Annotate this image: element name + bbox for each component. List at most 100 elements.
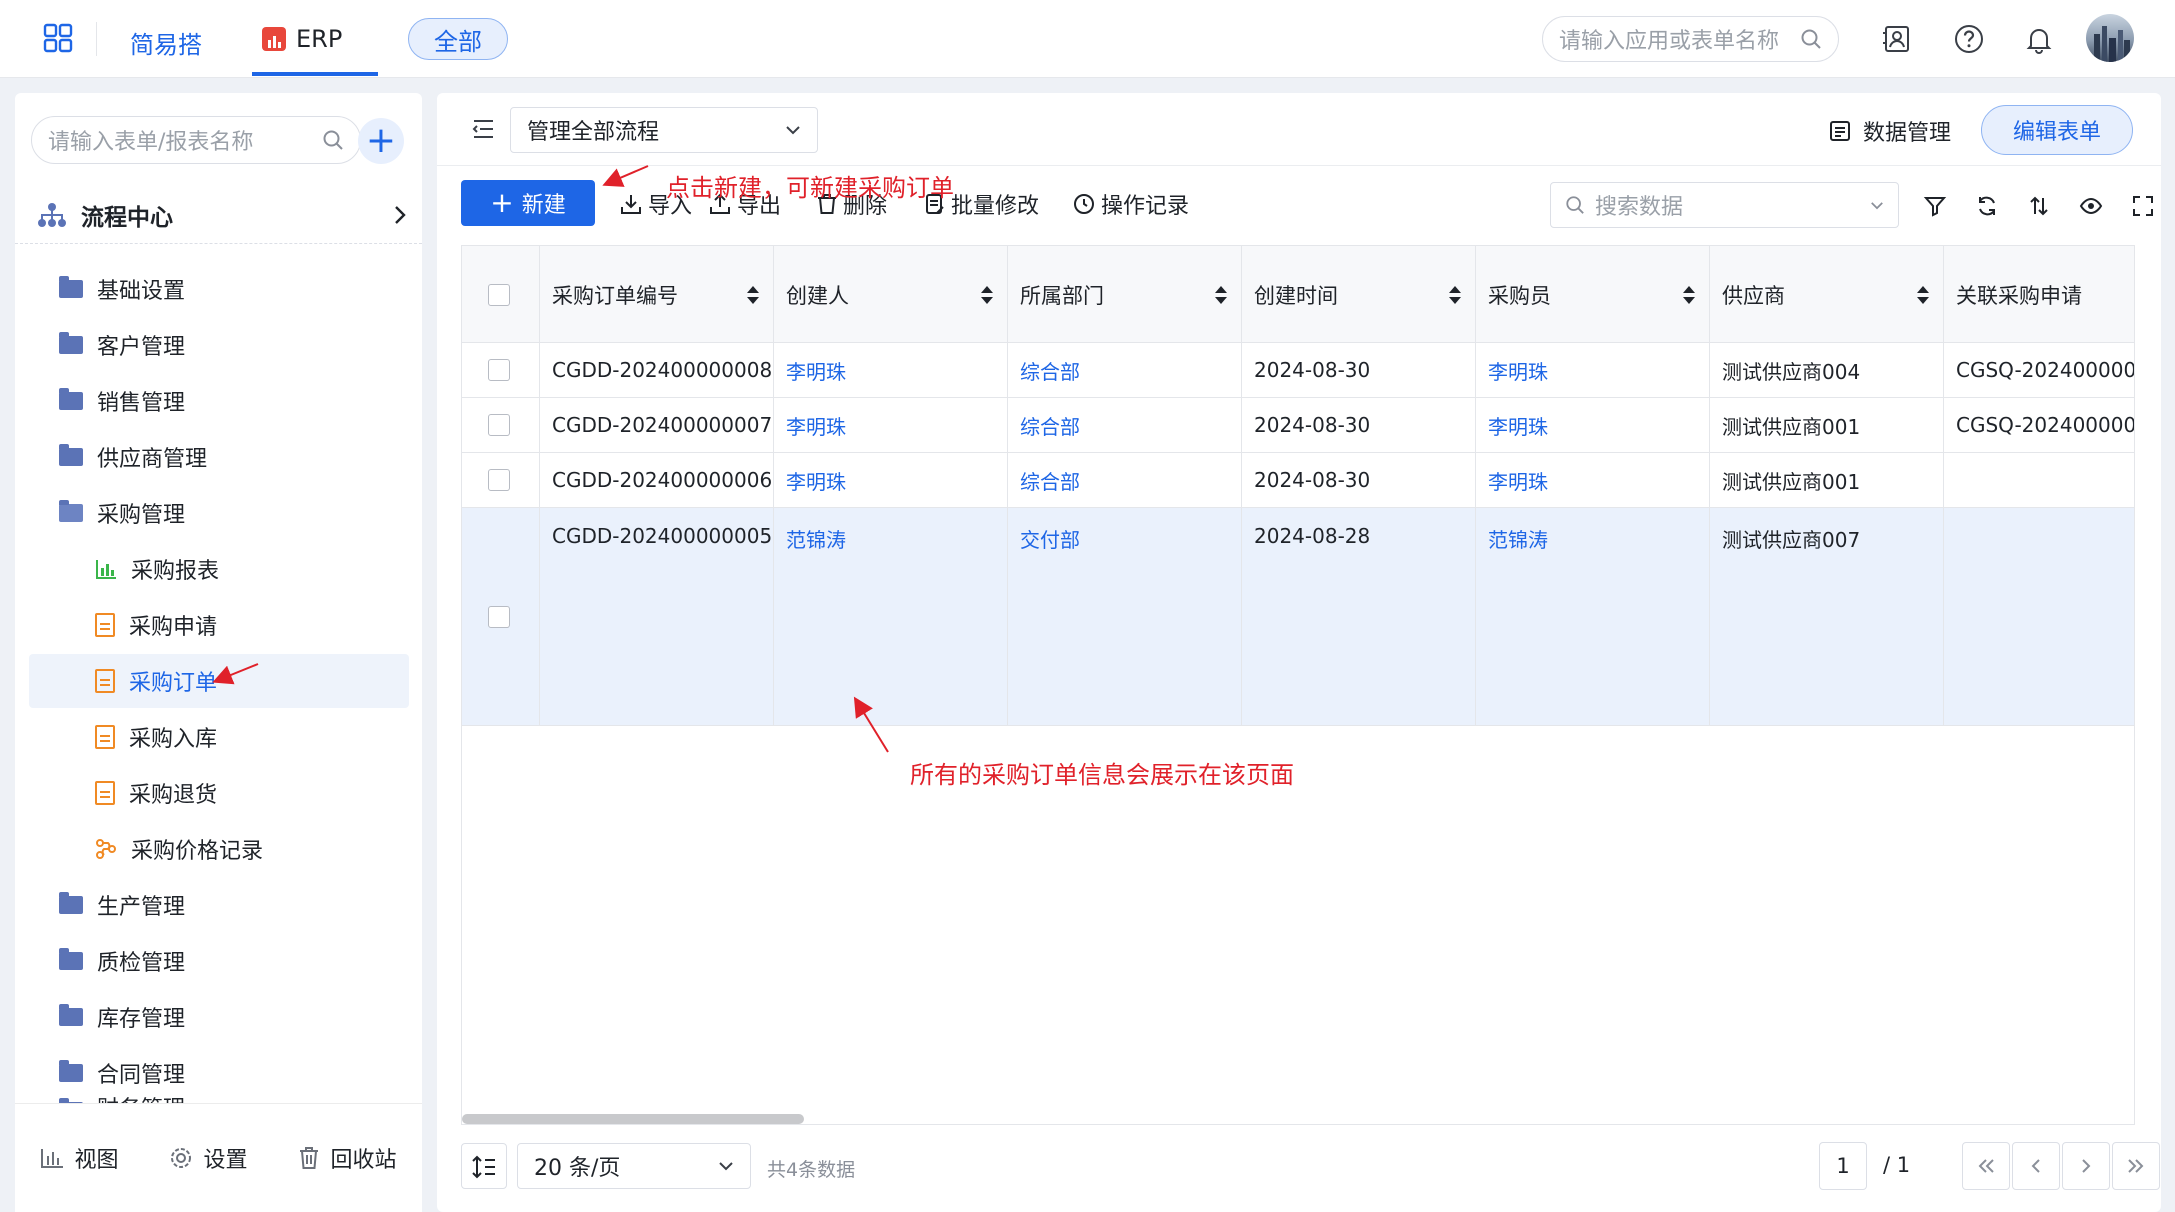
department-cell[interactable]: 综合部: [1008, 343, 1242, 397]
sort-icon[interactable]: [2027, 194, 2051, 218]
sidebar-item-label: 客户管理: [97, 335, 186, 360]
sidebar-item-sales[interactable]: 销售管理: [29, 374, 409, 428]
sidebar-item-purchase-inbound[interactable]: 采购入库: [29, 710, 409, 764]
fullscreen-icon[interactable]: [2131, 194, 2155, 218]
sidebar-item-purchase-order[interactable]: 采购订单: [29, 654, 409, 708]
tab-erp[interactable]: ERP: [262, 24, 342, 54]
next-page-button[interactable]: [2062, 1142, 2110, 1190]
buyer-cell[interactable]: 李明珠: [1476, 453, 1710, 507]
department-cell[interactable]: 综合部: [1008, 398, 1242, 452]
creator-cell[interactable]: 李明珠: [774, 398, 1008, 452]
double-chevron-left-icon: [1978, 1159, 1994, 1173]
row-checkbox[interactable]: [488, 414, 510, 436]
eye-icon[interactable]: [2079, 194, 2103, 218]
app-search-input[interactable]: 请输入应用或表单名称: [1542, 16, 1839, 62]
sidebar-item-production[interactable]: 生产管理: [29, 878, 409, 932]
column-header-label: 创建时间: [1254, 283, 1338, 308]
sidebar-item-price-record[interactable]: 采购价格记录: [29, 822, 409, 876]
edit-form-button[interactable]: 编辑表单: [1981, 105, 2133, 155]
avatar-image: [2094, 26, 2130, 62]
form-search-input[interactable]: 请输入表单/报表名称: [31, 116, 361, 164]
buyer-cell[interactable]: 范锦涛: [1476, 508, 1710, 725]
table-row[interactable]: CGDD-202400000005 范锦涛 交付部 2024-08-28 范锦涛…: [462, 508, 2134, 726]
row-checkbox[interactable]: [488, 359, 510, 381]
sort-icon[interactable]: [981, 285, 993, 304]
buyer-cell[interactable]: 李明珠: [1476, 343, 1710, 397]
chevron-left-icon: [2031, 1159, 2040, 1173]
views-button[interactable]: 视图: [40, 1142, 119, 1174]
first-page-button[interactable]: [1962, 1142, 2010, 1190]
operation-log-button[interactable]: 操作记录: [1073, 190, 1189, 219]
creator-cell[interactable]: 范锦涛: [774, 508, 1008, 725]
gear-icon: [171, 1148, 192, 1168]
process-scope-select[interactable]: 管理全部流程: [510, 107, 818, 153]
current-page-input[interactable]: 1: [1819, 1142, 1867, 1190]
user-avatar[interactable]: [2086, 14, 2134, 62]
prev-page-button[interactable]: [2012, 1142, 2060, 1190]
sidebar-item-label: 采购入库: [129, 727, 218, 752]
page-size-select[interactable]: 20 条/页: [517, 1143, 751, 1189]
sidebar-item-suppliers[interactable]: 供应商管理: [29, 430, 409, 484]
row-checkbox[interactable]: [488, 469, 510, 491]
contact-card-icon[interactable]: [1881, 23, 1913, 55]
refresh-icon[interactable]: [1975, 194, 1999, 218]
filter-icon[interactable]: [1923, 194, 1947, 218]
data-search-input[interactable]: 搜索数据: [1550, 182, 1899, 228]
sidebar-item-label: 合同管理: [97, 1063, 186, 1088]
column-header[interactable]: 关联采购申请: [1944, 246, 2134, 343]
last-page-button[interactable]: [2112, 1142, 2160, 1190]
creator-cell[interactable]: 李明珠: [774, 453, 1008, 507]
chart-icon: [41, 1149, 64, 1168]
column-header[interactable]: 创建人: [774, 246, 1008, 343]
collapse-menu-icon[interactable]: [471, 117, 495, 141]
sort-icon[interactable]: [1215, 285, 1227, 304]
sidebar-item-purchase-request[interactable]: 采购申请: [29, 598, 409, 652]
sidebar-item-inventory[interactable]: 库存管理: [29, 990, 409, 1044]
trash-icon: [300, 1147, 319, 1169]
column-header[interactable]: 采购员: [1476, 246, 1710, 343]
table-row[interactable]: CGDD-202400000008 李明珠 综合部 2024-08-30 李明珠…: [462, 343, 2134, 398]
column-header[interactable]: 所属部门: [1008, 246, 1242, 343]
process-scope-value: 管理全部流程: [527, 120, 660, 145]
brand-link[interactable]: 简易搭: [130, 25, 202, 60]
sidebar-item-purchase-report[interactable]: 采购报表: [29, 542, 409, 596]
department-cell[interactable]: 交付部: [1008, 508, 1242, 725]
row-checkbox[interactable]: [488, 605, 510, 628]
creator-cell[interactable]: 李明珠: [774, 343, 1008, 397]
column-header[interactable]: 创建时间: [1242, 246, 1476, 343]
sidebar-item-quality[interactable]: 质检管理: [29, 934, 409, 988]
sidebar-item-basic-settings[interactable]: 基础设置: [29, 262, 409, 316]
sidebar-item-contracts[interactable]: 合同管理: [29, 1046, 409, 1100]
settings-button[interactable]: 设置: [169, 1142, 248, 1174]
department-cell[interactable]: 综合部: [1008, 453, 1242, 507]
sort-icon[interactable]: [1917, 285, 1929, 304]
data-management-button[interactable]: 数据管理: [1829, 115, 1951, 147]
sidebar-item-purchase-return[interactable]: 采购退货: [29, 766, 409, 820]
new-record-button[interactable]: + 新建: [461, 180, 595, 226]
table-row[interactable]: CGDD-202400000007 李明珠 综合部 2024-08-30 李明珠…: [462, 398, 2134, 453]
help-icon[interactable]: [1953, 23, 1985, 55]
select-all-checkbox[interactable]: [488, 283, 510, 306]
sidebar-item-purchasing[interactable]: 采购管理: [29, 486, 409, 540]
flow-center-link[interactable]: 流程中心: [37, 195, 407, 235]
sort-icon[interactable]: [1449, 285, 1461, 304]
buyer-cell[interactable]: 李明珠: [1476, 398, 1710, 452]
folder-icon: [59, 276, 83, 298]
folder-icon: [59, 388, 83, 410]
add-form-button[interactable]: +: [358, 118, 404, 164]
scope-all-pill[interactable]: 全部: [408, 18, 508, 60]
column-header[interactable]: 采购订单编号: [540, 246, 774, 343]
sidebar-item-label: 采购退货: [129, 783, 218, 808]
recycle-bin-button[interactable]: 回收站: [298, 1142, 397, 1174]
settings-label: 设置: [203, 1148, 248, 1173]
sort-icon[interactable]: [747, 285, 759, 304]
sidebar-item-customers[interactable]: 客户管理: [29, 318, 409, 372]
table-row[interactable]: CGDD-202400000006 李明珠 综合部 2024-08-30 李明珠…: [462, 453, 2134, 508]
sort-icon[interactable]: [1683, 285, 1695, 304]
row-density-button[interactable]: [461, 1143, 507, 1189]
bell-icon[interactable]: [2023, 23, 2055, 55]
column-header-label: 供应商: [1722, 283, 1785, 308]
column-header[interactable]: 供应商: [1710, 246, 1944, 343]
horizontal-scrollbar[interactable]: [462, 1114, 804, 1124]
app-grid-icon[interactable]: [42, 22, 74, 54]
